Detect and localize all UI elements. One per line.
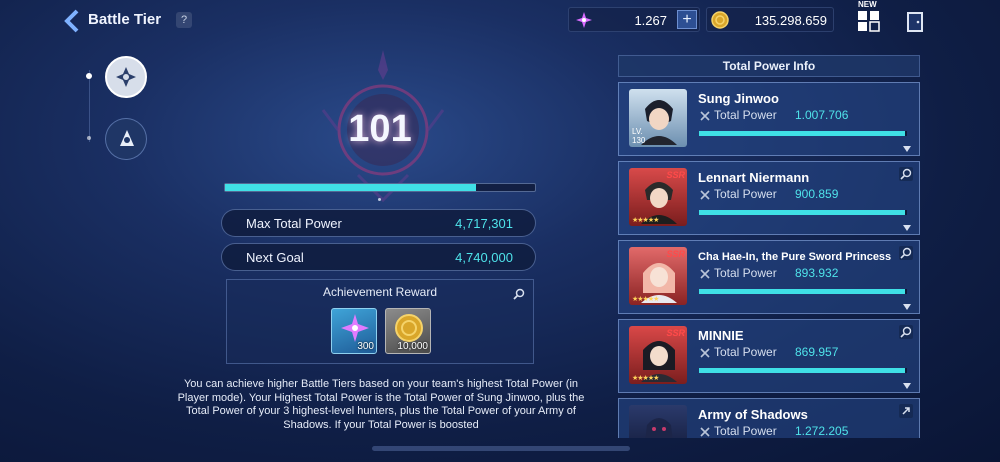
chevron-down-icon[interactable] [903, 146, 911, 152]
power-bar-fill [699, 131, 905, 136]
total-power-value: 1.272.205 [795, 424, 849, 438]
magnifier-icon[interactable] [513, 288, 525, 300]
crossed-swords-icon [700, 427, 710, 437]
max-total-power-row: Max Total Power 4,717,301 [221, 209, 536, 237]
top-bar: Battle Tier ? 1.267 + 135.298.659 NEW [0, 0, 1000, 42]
reward-item-gold[interactable]: 10,000 [385, 308, 431, 354]
battle-tier-number: 101 [348, 108, 412, 150]
hunter-portrait: SSR ★★★★★ [629, 168, 687, 226]
gold-coin-icon [711, 11, 729, 29]
purple-star-crystal-icon [341, 314, 369, 342]
max-total-power-label: Max Total Power [246, 216, 342, 231]
power-bar-fill [699, 368, 905, 373]
hunter-level: LV. 130 [632, 127, 646, 145]
reward-quantity: 300 [357, 341, 374, 352]
power-bar-fill [699, 289, 905, 294]
crossed-swords-icon [700, 190, 710, 200]
next-goal-row: Next Goal 4,740,000 [221, 243, 536, 271]
power-bar [699, 210, 907, 215]
hunter-card[interactable]: Army of Shadows Total Power 1.272.205 [618, 398, 920, 438]
gold-amount: 135.298.659 [754, 13, 827, 28]
star-rating: ★★★★★ [632, 375, 659, 382]
hunter-power-list[interactable]: LV. 130 Sung Jinwoo Total Power 1.007.706… [618, 82, 920, 438]
battle-tier-description: You can achieve higher Battle Tiers base… [177, 378, 585, 431]
rarity-badge: SSR [666, 170, 685, 180]
achievement-reward-title: Achievement Reward [322, 285, 438, 299]
back-arrow-icon[interactable] [62, 8, 84, 34]
crossed-swords-icon [700, 269, 710, 279]
shadow-soldier-icon [645, 418, 673, 438]
crossed-swords-icon [700, 348, 710, 358]
crossed-swords-icon [700, 111, 710, 121]
rarity-badge: SSR [666, 328, 685, 338]
scroll-indicator[interactable] [372, 446, 630, 451]
power-bar [699, 289, 907, 294]
gem-amount: 1.267 [634, 13, 667, 28]
hunter-portrait: SSR ★★★★★ [629, 247, 687, 305]
expand-arrow-icon[interactable] [899, 404, 913, 418]
hunter-name: MINNIE [698, 328, 744, 343]
hunter-portrait: LV. 130 [629, 89, 687, 147]
exit-door-icon[interactable] [904, 10, 926, 34]
tier-crest-icon [116, 67, 136, 87]
reward-quantity: 10,000 [397, 341, 428, 352]
side-nav-line [89, 70, 90, 142]
help-button[interactable]: ? [176, 12, 192, 28]
hunter-tab[interactable] [105, 118, 147, 160]
gem-currency: 1.267 + [568, 7, 700, 32]
progress-marker [378, 198, 381, 201]
power-bar [699, 131, 907, 136]
magnifier-icon[interactable] [899, 325, 913, 339]
hunter-card[interactable]: SSR ★★★★★ Lennart Niermann Total Power 9… [618, 161, 920, 235]
tier-progress-bar [224, 183, 536, 192]
menu-grid-icon[interactable] [856, 0, 882, 34]
rarity-badge: SSR [666, 249, 685, 259]
hunter-name: Cha Hae-In, the Pure Sword Princess [698, 251, 892, 263]
total-power-value: 1.007.706 [795, 108, 849, 122]
total-power-info-header: Total Power Info [618, 55, 920, 77]
add-gem-button[interactable]: + [677, 10, 697, 29]
hunter-name: Sung Jinwoo [698, 91, 779, 106]
hunter-portrait: SSR ★★★★★ [629, 326, 687, 384]
star-rating: ★★★★★ [632, 217, 659, 224]
total-power-label: Total Power [714, 424, 777, 438]
star-rating: ★★★★★ [632, 296, 659, 303]
achievement-reward-box: Achievement Reward 300 10,000 [226, 279, 534, 364]
gold-currency: 135.298.659 [706, 7, 834, 32]
hunter-name: Lennart Niermann [698, 170, 810, 185]
total-power-value: 900.859 [795, 187, 839, 201]
battle-tier-tab[interactable] [105, 56, 147, 98]
hunter-name: Army of Shadows [698, 407, 808, 422]
total-power-value: 869.957 [795, 345, 839, 359]
total-power-label: Total Power [714, 345, 777, 359]
hunter-card[interactable]: SSR ★★★★★ Cha Hae-In, the Pure Sword Pri… [618, 240, 920, 314]
side-nav-dot [87, 136, 91, 140]
next-goal-value: 4,740,000 [455, 250, 513, 265]
hunter-card[interactable]: SSR ★★★★★ MINNIE Total Power 869.957 [618, 319, 920, 393]
total-power-value: 893.932 [795, 266, 839, 280]
chevron-down-icon[interactable] [903, 304, 911, 310]
hunter-portrait [629, 405, 687, 438]
total-power-label: Total Power [714, 266, 777, 280]
next-goal-label: Next Goal [246, 250, 304, 265]
max-total-power-value: 4,717,301 [455, 216, 513, 231]
purple-gem-icon [576, 12, 592, 28]
hooded-figure-icon [120, 130, 134, 146]
magnifier-icon[interactable] [899, 167, 913, 181]
page-title: Battle Tier [88, 11, 162, 28]
chevron-down-icon[interactable] [903, 383, 911, 389]
power-bar [699, 368, 907, 373]
chevron-down-icon[interactable] [903, 225, 911, 231]
total-power-label: Total Power [714, 108, 777, 122]
magnifier-icon[interactable] [899, 246, 913, 260]
power-bar-fill [699, 210, 905, 215]
side-nav-dot-active [86, 73, 92, 79]
tier-progress-fill [225, 184, 477, 191]
hunter-card[interactable]: LV. 130 Sung Jinwoo Total Power 1.007.706 [618, 82, 920, 156]
total-power-label: Total Power [714, 187, 777, 201]
reward-item-crystal[interactable]: 300 [331, 308, 377, 354]
gold-coin-icon [395, 314, 423, 342]
